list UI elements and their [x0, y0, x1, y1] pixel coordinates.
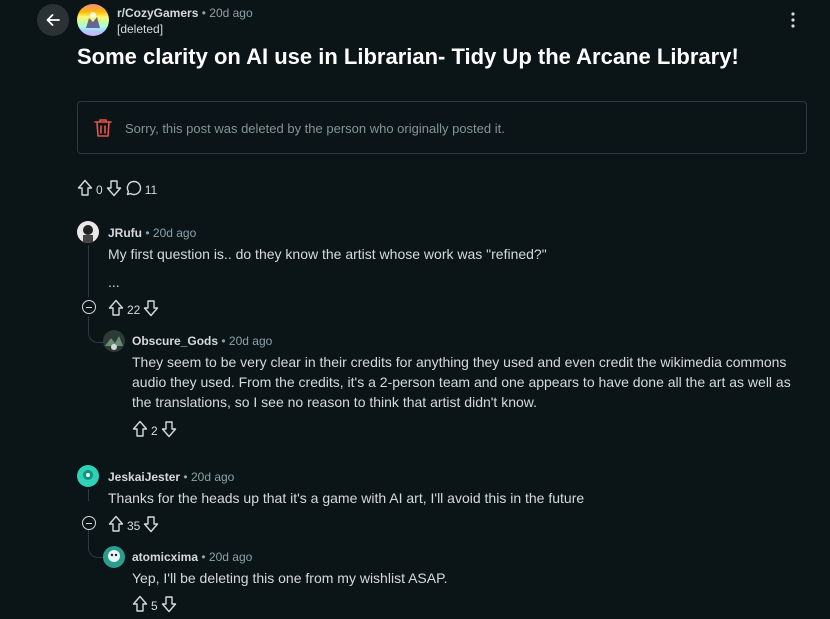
post-author: [deleted]: [117, 22, 164, 36]
comment-body-continuation: ...: [108, 274, 120, 290]
downvote-icon[interactable]: [143, 299, 159, 320]
subreddit-avatar[interactable]: [77, 4, 109, 36]
collapse-icon[interactable]: [82, 300, 96, 314]
comment-vote-count: 22: [127, 302, 141, 317]
post-actions: 0 11: [77, 179, 160, 200]
comment-body: Thanks for the heads up that it's a game…: [108, 490, 585, 506]
subreddit-meta: r/CozyGamers • 20d ago: [117, 6, 253, 20]
meta-separator: •: [201, 550, 206, 564]
meta-separator: •: [183, 470, 188, 484]
comment-author[interactable]: JeskaiJester: [108, 470, 180, 484]
post-comment-count: 11: [144, 182, 158, 197]
comment-age: 20d ago: [190, 470, 235, 484]
upvote-icon[interactable]: [77, 179, 93, 200]
more-options-button[interactable]: [783, 10, 803, 30]
upvote-icon[interactable]: [108, 299, 124, 320]
downvote-icon[interactable]: [143, 515, 159, 536]
comment-actions: 2: [132, 420, 177, 441]
comment-age: 20d ago: [208, 550, 253, 564]
avatar[interactable]: [103, 546, 125, 568]
comment-vote-count: 5: [151, 598, 158, 613]
comment-vote-count: 35: [127, 518, 141, 533]
downvote-icon[interactable]: [161, 420, 177, 441]
avatar[interactable]: [77, 465, 99, 487]
thread-line[interactable]: [88, 489, 89, 501]
deleted-message: Sorry, this post was deleted by the pers…: [125, 121, 505, 136]
meta-separator: •: [201, 6, 206, 20]
comment-meta: atomicxima • 20d ago: [132, 550, 252, 564]
upvote-icon[interactable]: [108, 515, 124, 536]
more-icon: [791, 12, 795, 28]
post-vote-count: 0: [96, 182, 103, 197]
comment-vote-count: 2: [151, 423, 158, 438]
upvote-icon[interactable]: [132, 595, 148, 616]
comment-age: 20d ago: [152, 226, 197, 240]
back-arrow-icon: [46, 14, 60, 26]
comment-meta: JRufu • 20d ago: [108, 226, 196, 240]
subreddit-name[interactable]: r/CozyGamers: [117, 6, 198, 20]
comment-body: Yep, I'll be deleting this one from my w…: [132, 570, 448, 586]
comment-body: My first question is.. do they know the …: [108, 246, 547, 262]
upvote-icon[interactable]: [132, 420, 148, 441]
comment-actions: 5: [132, 595, 177, 616]
meta-separator: •: [221, 334, 226, 348]
comment-author[interactable]: Obscure_Gods: [132, 334, 218, 348]
downvote-icon[interactable]: [161, 595, 177, 616]
trash-icon: [94, 118, 112, 141]
comment-actions: 35: [108, 515, 159, 536]
collapse-icon[interactable]: [82, 516, 96, 530]
avatar[interactable]: [103, 330, 125, 352]
downvote-icon[interactable]: [106, 179, 122, 200]
comment-meta: JeskaiJester • 20d ago: [108, 470, 234, 484]
deleted-notice: Sorry, this post was deleted by the pers…: [77, 101, 807, 154]
comment-icon[interactable]: [126, 180, 142, 199]
comment-age: 20d ago: [228, 334, 273, 348]
avatar[interactable]: [77, 221, 99, 243]
comment-author[interactable]: JRufu: [108, 226, 142, 240]
comment-actions: 22: [108, 299, 159, 320]
meta-separator: •: [145, 226, 150, 240]
back-button[interactable]: [37, 4, 69, 36]
thread-line[interactable]: [88, 245, 89, 297]
comment-meta: Obscure_Gods • 20d ago: [132, 334, 272, 348]
comment-author[interactable]: atomicxima: [132, 550, 198, 564]
comment-body: They seem to be very clear in their cred…: [132, 354, 791, 410]
post-title: Some clarity on AI use in Librarian- Tid…: [77, 44, 739, 69]
post-age: 20d ago: [209, 6, 253, 20]
